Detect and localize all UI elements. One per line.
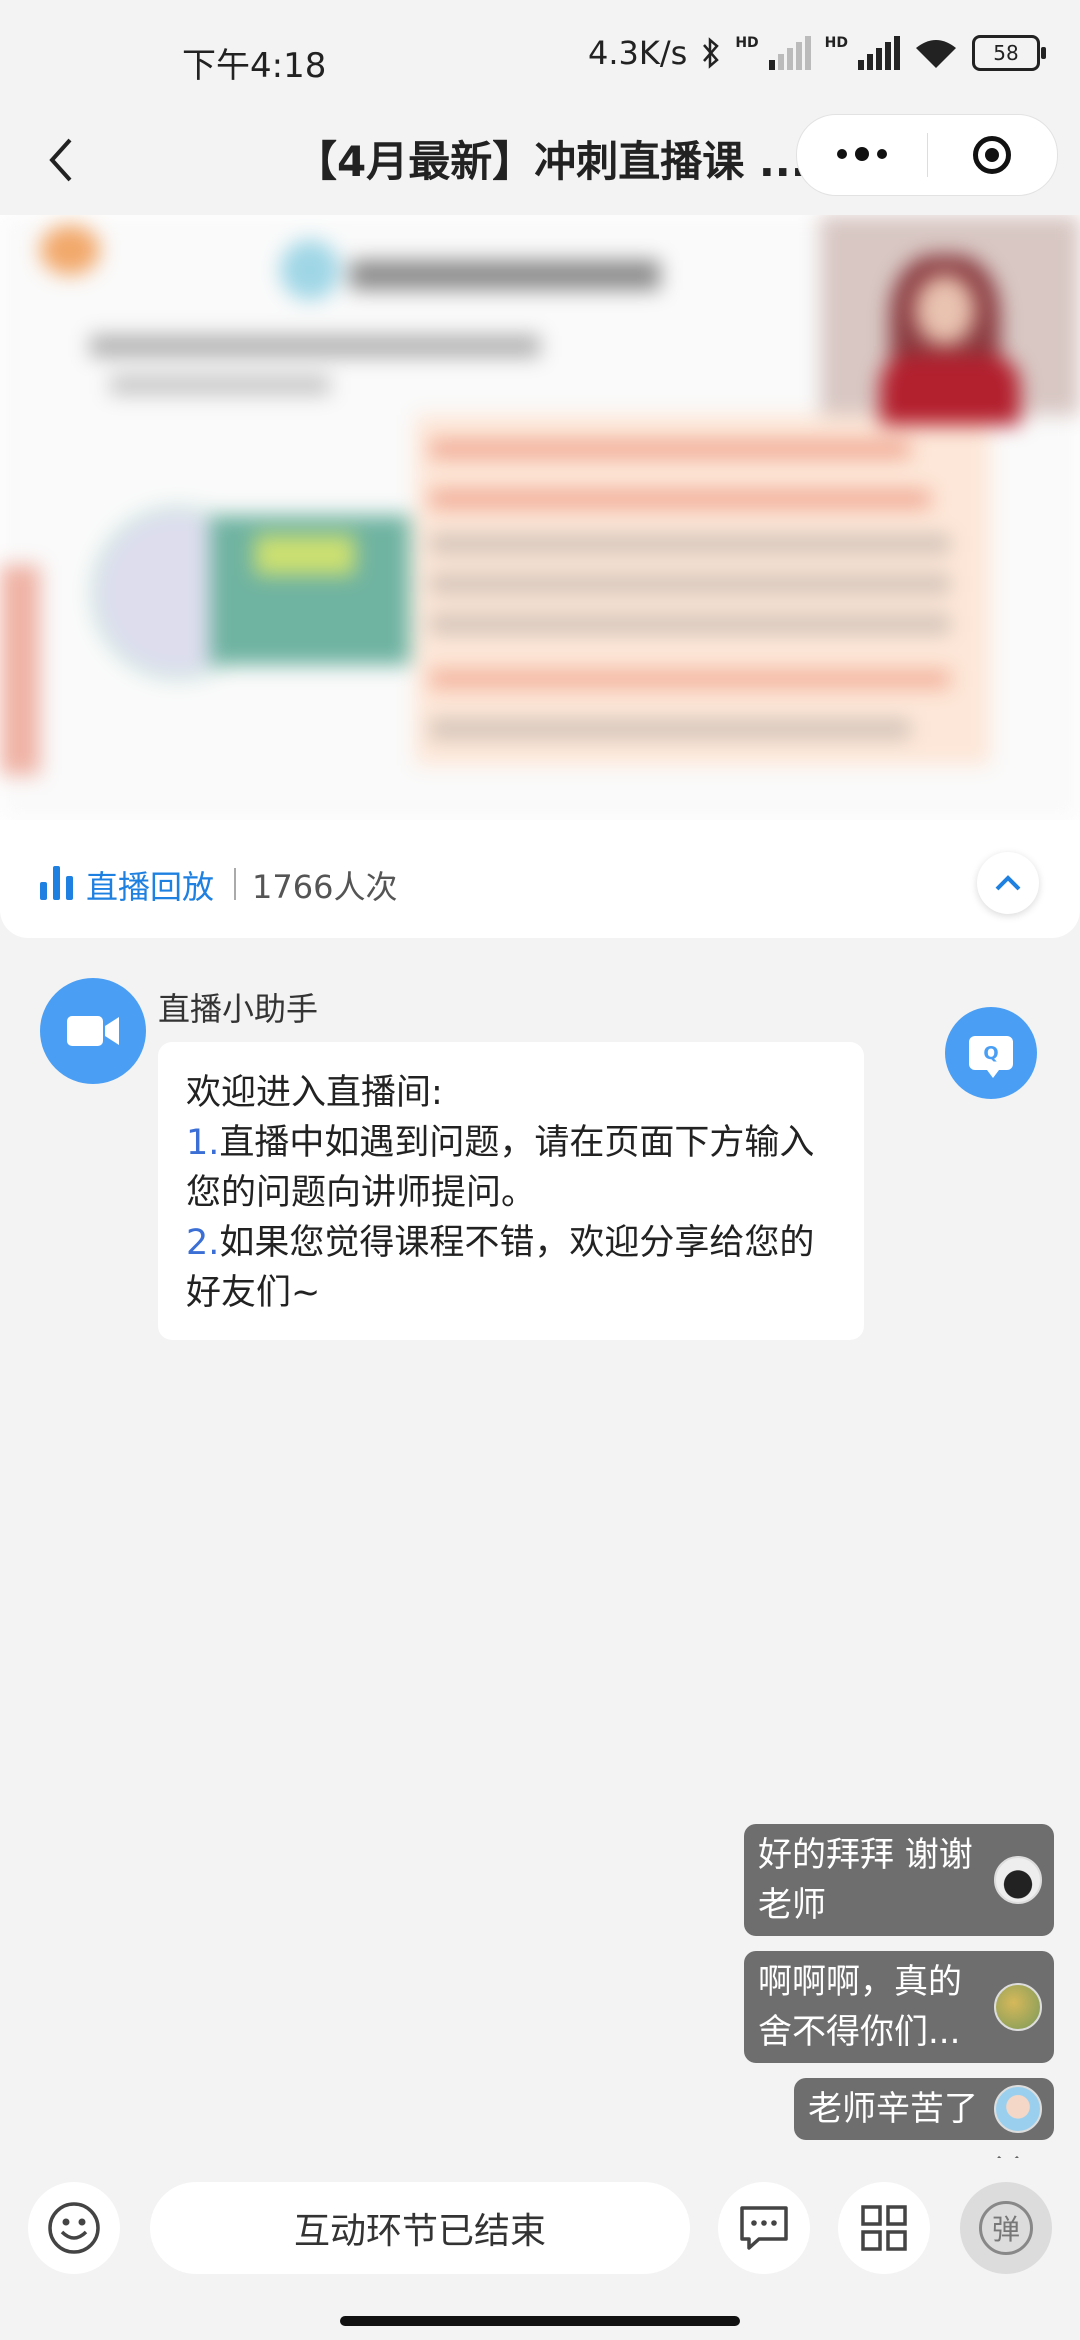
live-info-bar: 直播回放 1766人次 <box>0 820 1080 938</box>
comment-text: 啊啊啊，真的 舍不得你们... <box>758 1962 962 2052</box>
network-speed: 4.3K/s <box>587 34 688 72</box>
bluetooth-icon <box>703 37 720 69</box>
commenter-avatar <box>994 1983 1042 2031</box>
danmu-icon: 弹 <box>979 2201 1033 2255</box>
commenter-avatar <box>994 2085 1042 2133</box>
assistant-name: 直播小助手 <box>158 990 319 1028</box>
hd-label-2: HD <box>824 35 848 51</box>
video-player[interactable] <box>0 215 1080 820</box>
battery-level: 58 <box>993 41 1019 65</box>
target-icon <box>973 136 1012 174</box>
hd-label: HD <box>735 35 759 51</box>
replay-label: 直播回放 <box>86 868 215 906</box>
comment-bubble: 啊啊啊，真的 舍不得你们... <box>744 1951 1054 2063</box>
comment-text: 老师辛苦了 <box>808 2089 978 2129</box>
chevron-up-icon <box>995 875 1021 891</box>
danmu-toggle-button[interactable]: 弹 <box>960 2182 1052 2274</box>
wifi-icon <box>916 40 956 68</box>
back-icon[interactable] <box>40 132 84 188</box>
grid-menu-button[interactable] <box>838 2182 930 2274</box>
bar-chart-icon <box>40 866 73 900</box>
video-camera-icon <box>67 1016 119 1046</box>
assistant-avatar <box>40 978 146 1084</box>
close-mini-program-button[interactable] <box>928 136 1058 174</box>
viewer-count: 1766人次 <box>252 868 398 906</box>
video-frame <box>0 215 1080 820</box>
collapse-video-button[interactable] <box>977 852 1039 914</box>
grid-icon <box>861 2205 907 2251</box>
comment-bubble: 老师辛苦了 <box>794 2078 1054 2140</box>
emoji-icon <box>48 2202 100 2254</box>
comment-text: 好的拜拜 谢谢 老师 <box>758 1835 973 1925</box>
page-title: 【4月最新】冲刺直播课 ... <box>295 137 805 186</box>
mini-program-capsule <box>796 114 1058 196</box>
comment-icon <box>740 2206 788 2250</box>
nav-bar: 【4月最新】冲刺直播课 ... <box>0 110 1080 210</box>
message-item-1: 1.直播中如遇到问题，请在页面下方输入您的问题向讲师提问。 <box>186 1123 815 1213</box>
qa-button[interactable]: Q <box>945 1007 1037 1099</box>
comment-button[interactable] <box>718 2182 810 2274</box>
chat-input[interactable]: 互动环节已结束 <box>150 2182 690 2274</box>
comment-bubble: 好的拜拜 谢谢 老师 <box>744 1824 1054 1936</box>
more-icon[interactable] <box>797 147 927 161</box>
battery-icon: 58 <box>972 35 1046 71</box>
assistant-message: 欢迎进入直播间: 1.直播中如遇到问题，请在页面下方输入您的问题向讲师提问。 2… <box>158 1042 864 1340</box>
bottom-bar: 互动环节已结束 弹 <box>0 2158 1080 2340</box>
status-bar: 下午4:18 4.3K/s HD HD 58 <box>0 0 1080 110</box>
qa-icon: Q <box>969 1036 1013 1078</box>
message-intro: 欢迎进入直播间: <box>186 1073 443 1113</box>
message-item-2: 2.如果您觉得课程不错，欢迎分享给您的好友们~ <box>186 1223 815 1313</box>
status-time: 下午4:18 <box>182 46 327 86</box>
info-divider <box>234 868 236 900</box>
hd-signal-icon <box>858 36 900 70</box>
hd-signal-icon <box>768 36 811 70</box>
status-icons: 4.3K/s HD HD 58 <box>587 34 1046 72</box>
commenter-avatar <box>994 1856 1042 1904</box>
emoji-button[interactable] <box>28 2182 120 2274</box>
home-indicator[interactable] <box>340 2316 740 2326</box>
